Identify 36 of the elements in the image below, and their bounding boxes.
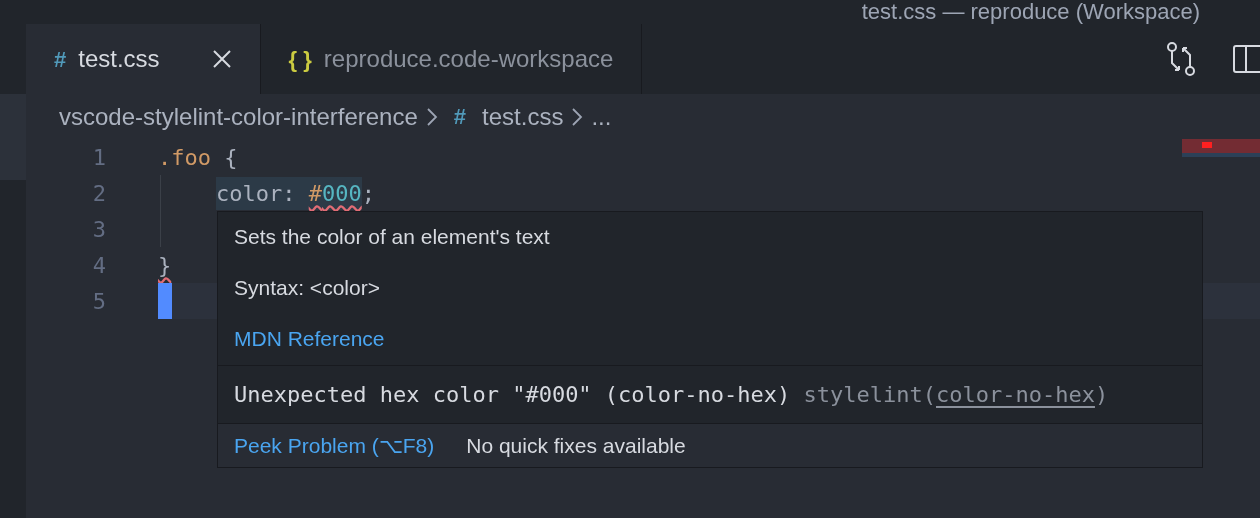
line-number: 4 xyxy=(91,251,106,280)
tab-label: reproduce.code-workspace xyxy=(323,44,614,74)
split-editor-icon[interactable] xyxy=(1232,43,1260,75)
code-token: 000 xyxy=(321,176,362,210)
mdn-reference-link[interactable]: MDN Reference xyxy=(234,328,1186,349)
line-number: 1 xyxy=(91,143,106,172)
line-number: 5 xyxy=(91,287,106,316)
code-token: color: xyxy=(216,176,309,210)
window-title: test.css — reproduce (Workspace) xyxy=(861,0,1200,24)
code-token: .foo xyxy=(158,143,211,172)
problem-source-end: ) xyxy=(1094,381,1109,409)
code-token: } xyxy=(158,251,172,280)
close-icon[interactable] xyxy=(211,49,232,69)
breadcrumb-item[interactable]: test.css xyxy=(482,98,564,135)
tab-label: test.css xyxy=(78,44,160,74)
code-token: { xyxy=(223,143,238,172)
code-token: ; xyxy=(361,179,375,208)
editor-tab[interactable]: # test.css xyxy=(26,24,261,94)
breadcrumb-item[interactable]: vscode-stylelint-color-interference xyxy=(59,98,418,135)
peek-problem-link[interactable]: Peek Problem (⌥F8) xyxy=(234,429,435,462)
syntax-text: Syntax: <color> xyxy=(234,277,381,298)
problem-source: stylelint( xyxy=(803,381,936,409)
problem-message: Unexpected hex color "#000" (color-no-hex) xyxy=(234,381,791,409)
text-cursor xyxy=(158,283,172,319)
property-description: Sets the color of an element's text xyxy=(234,226,551,247)
compare-changes-icon[interactable] xyxy=(1166,41,1196,77)
breadcrumb-item[interactable]: ... xyxy=(591,98,612,135)
file-type-icon: # xyxy=(54,42,67,76)
line-number: 2 xyxy=(91,179,106,208)
file-type-icon: { } xyxy=(288,42,312,76)
quick-fix-status: No quick fixes available xyxy=(466,432,686,459)
file-type-icon: # xyxy=(453,100,467,133)
chevron-icon xyxy=(571,106,584,127)
line-number: 3 xyxy=(91,215,106,244)
rule-link[interactable]: color-no-hex xyxy=(936,378,1095,411)
chevron-icon xyxy=(425,106,438,127)
